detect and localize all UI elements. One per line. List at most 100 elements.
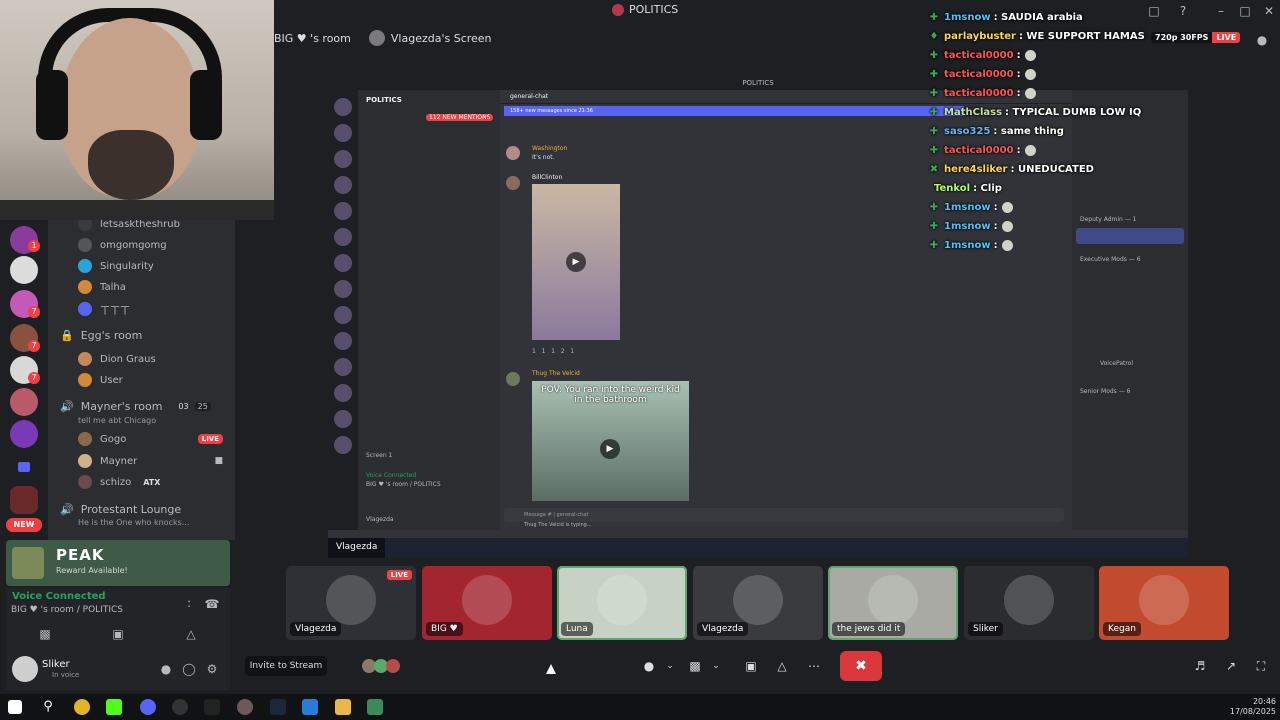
disconnect-button[interactable]: ✖ [840,651,882,681]
volume-icon[interactable]: ♬ [1191,658,1209,674]
play-icon[interactable]: ▶ [566,252,586,272]
chat-username[interactable]: Tenkol [934,183,970,194]
server-icon[interactable] [10,486,38,514]
activity-icon[interactable]: △ [182,626,200,642]
voice-member[interactable]: omgomgomg [78,235,167,255]
more-options-icon[interactable]: ⋯ [805,658,823,674]
headphones-icon[interactable]: ◯ [181,661,197,677]
participant-tile[interactable]: Luna [557,566,687,640]
chat-username[interactable]: 1msnow [944,240,991,251]
camera-off-icon[interactable]: ▩ [686,658,704,674]
voice-channel-protestant-lounge[interactable]: 🔊 Protestant Lounge [60,499,181,519]
chat-username[interactable]: tactical0000 [944,88,1014,99]
message-text: It's not. [532,154,555,161]
voice-member[interactable]: Singularity [78,256,154,276]
play-icon[interactable]: ▶ [600,439,620,459]
mention-badge: 7 [28,306,40,318]
windows-start-icon[interactable] [8,700,22,714]
microphone-icon[interactable]: ● [158,661,174,677]
camera-off-icon[interactable]: ▩ [36,626,54,642]
chat-text: : [1016,49,1021,61]
video-thumbnail[interactable]: ▶ [532,184,620,340]
participant-tile[interactable]: Vlagezda LIVE [286,566,416,640]
voice-member[interactable]: ㄒㄒㄒ [78,299,130,319]
participant-name: Sliker [968,622,1003,636]
voice-channel-mayners-room[interactable]: 🔊 Mayner's room 03 25 [60,396,235,416]
phone-hangup-icon: ✖ [855,658,867,674]
chat-username[interactable]: tactical0000 [944,69,1014,80]
microphone-icon[interactable]: ● [640,658,658,674]
video-thumbnail[interactable]: POV: You ran into the weird kid in the b… [532,381,689,501]
server-icon[interactable] [10,388,38,416]
chevron-down-icon[interactable]: ⌄ [661,658,679,674]
obs-icon[interactable] [172,699,188,715]
app-icon[interactable] [204,699,220,715]
app-icon[interactable] [367,699,383,715]
maximize-icon[interactable]: □ [1234,2,1256,20]
speaker-icon: 🔊 [60,399,74,413]
system-clock[interactable]: 20:46 17/08/2025 [1226,697,1276,717]
viewer-avatars[interactable] [362,657,408,675]
voice-member[interactable]: letsasktheshrub [78,220,180,234]
app-title: POLITICS [612,3,678,16]
chat-username[interactable]: 1msnow [944,202,991,213]
participant-tile[interactable]: the jews did it [828,566,958,640]
discord-icon[interactable] [140,699,156,715]
voice-channel-eggs-room[interactable]: 🔒 Egg's room [60,325,142,345]
chat-username[interactable]: tactical0000 [944,145,1014,156]
file-explorer-icon[interactable] [335,699,351,715]
participant-tile[interactable]: BIG ♥ [422,566,552,640]
voice-member[interactable]: Dion Graus [78,349,156,369]
voice-member[interactable]: Gogo LIVE [78,429,223,449]
chat-username[interactable]: here4sliker [944,164,1007,175]
voice-room[interactable]: BIG ♥ 's room / POLITICS [11,605,123,615]
kick-icon[interactable] [106,699,122,715]
disconnect-icon[interactable]: ☎ [204,596,220,612]
chat-username[interactable]: 1msnow [944,12,991,23]
channel-list: letsasktheshrub omgomgomg Singularity Ta… [48,220,235,540]
voice-member[interactable]: Talha [78,277,126,297]
shared-screen[interactable]: POLITICS POLITICS 112 NEW MENTIONS Scree… [328,76,1188,558]
chat-username[interactable]: MathClass [944,107,1002,118]
activity-icon[interactable]: △ [773,658,791,674]
steam-icon[interactable] [270,699,286,715]
help-icon[interactable]: ? [1172,2,1194,20]
voice-member[interactable]: Mayner ■ [78,451,223,471]
participant-tile[interactable]: Kegan [1099,566,1229,640]
avatar[interactable] [12,656,38,682]
minimize-icon[interactable]: – [1210,2,1232,20]
voice-connection-panel: Voice Connected BIG ♥ 's room / POLITICS… [6,588,230,650]
screen-share-icon[interactable]: ▣ [742,658,760,674]
screen-share-label: Screen 1 [366,452,393,459]
message-input[interactable]: Message # | general-chat [504,508,1064,522]
chat-username[interactable]: saso325 [944,126,990,137]
folder-icon[interactable] [18,462,30,472]
fullscreen-icon[interactable]: ⛶ [1252,658,1270,674]
app-icon[interactable] [302,699,318,715]
chat-username[interactable]: 1msnow [944,221,991,232]
game-activity-card[interactable]: PEAK Reward Available! [6,540,230,586]
close-icon[interactable]: ✕ [1258,2,1280,20]
app-icon[interactable] [237,699,253,715]
search-icon[interactable]: ⚲ [40,699,56,715]
screen-share-icon[interactable]: ▣ [109,626,127,642]
voice-member[interactable]: schizo ATX [78,472,160,492]
chat-username[interactable]: tactical0000 [944,50,1014,61]
server-icon[interactable] [10,420,38,448]
chevron-down-icon[interactable]: ⌄ [707,658,725,674]
chat-bubble-icon[interactable]: ● [1251,31,1273,49]
reaction-row[interactable]: 1 1 1 2 1 [532,348,574,355]
chrome-icon[interactable] [74,699,90,715]
server-icon [612,3,624,16]
inbox-icon[interactable]: □ [1143,2,1165,20]
participant-tile[interactable]: Sliker [964,566,1094,640]
pop-out-icon[interactable]: ↗ [1222,658,1240,674]
gear-icon[interactable]: ⚙ [204,661,220,677]
server-icon[interactable] [10,256,38,284]
chat-username[interactable]: parlaybuster [944,31,1016,42]
voice-member[interactable]: User [78,370,123,390]
signal-icon[interactable]: ∶ [181,596,197,612]
participant-avatar [1004,575,1054,625]
plus-icon: ✚ [929,220,939,232]
participant-tile[interactable]: Vlagezda [693,566,823,640]
